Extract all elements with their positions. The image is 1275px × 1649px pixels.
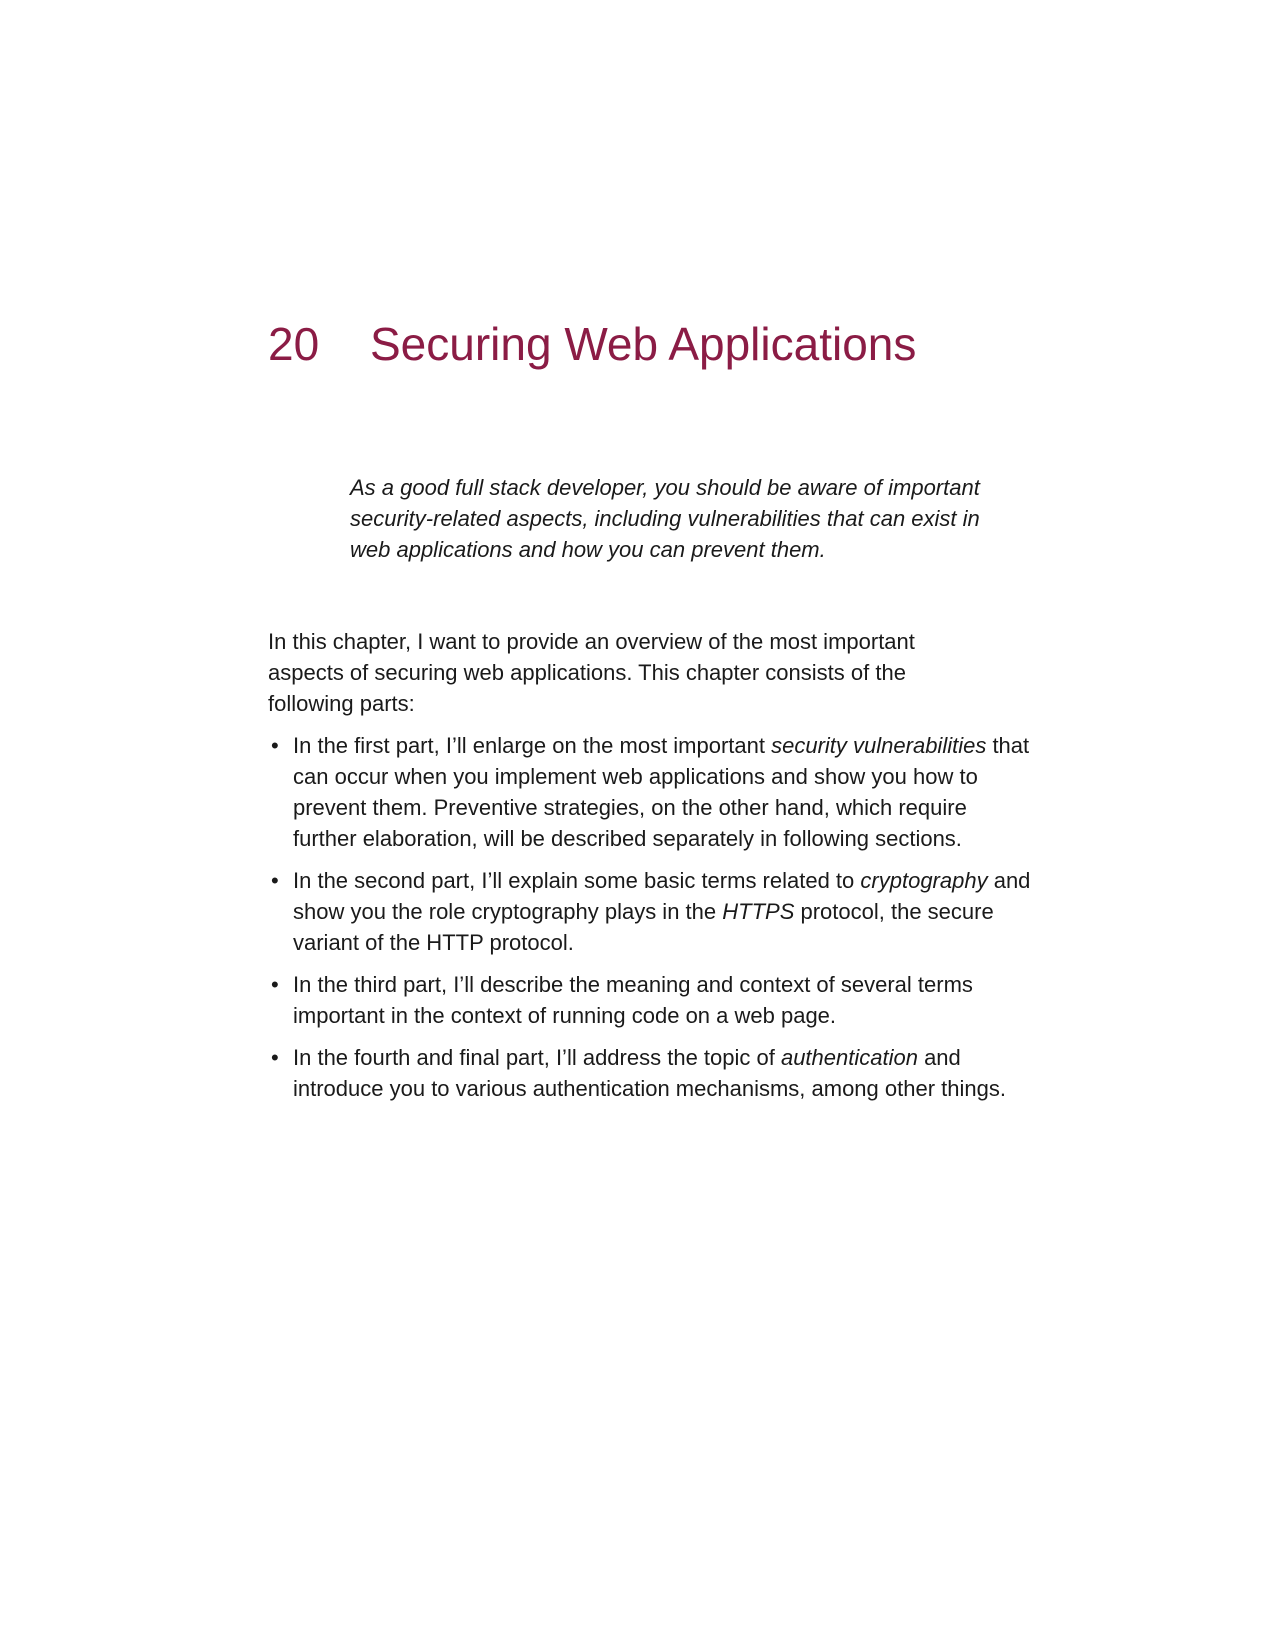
parts-list: • In the first part, I’ll enlarge on the …: [268, 730, 1030, 1104]
list-item-part-4: • In the fourth and final part, I’ll addr…: [268, 1042, 1033, 1104]
book-page: 20 Securing Web Applications As a good fu…: [0, 0, 1275, 1649]
chapter-heading: 20 Securing Web Applications: [268, 318, 916, 371]
list-item-text: In the first part, I’ll enlarge on the m…: [293, 733, 772, 758]
list-item-part-3: • In the third part, I’ll describe the me…: [268, 969, 1033, 1031]
list-item-text: In the third part, I’ll describe the mea…: [293, 972, 973, 1028]
list-item-text: In the second part, I’ll explain some ba…: [293, 868, 861, 893]
emphasis-text: cryptography: [860, 868, 988, 893]
chapter-epigraph: As a good full stack developer, you shou…: [350, 475, 980, 562]
emphasis-text: security vulnerabilities: [771, 733, 987, 758]
list-item-part-1: • In the first part, I’ll enlarge on the …: [268, 730, 1033, 854]
bullet-icon: •: [271, 868, 279, 893]
emphasis-text: HTTPS: [722, 899, 795, 924]
intro-paragraph: In this chapter, I want to provide an ov…: [268, 629, 915, 716]
chapter-title: Securing Web Applications: [370, 318, 917, 370]
bullet-icon: •: [271, 733, 279, 758]
list-item-text: In the fourth and final part, I’ll addre…: [293, 1045, 781, 1070]
bullet-icon: •: [271, 972, 279, 997]
chapter-number: 20: [268, 318, 320, 370]
bullet-icon: •: [271, 1045, 279, 1070]
chapter-body: In this chapter, I want to provide an ov…: [268, 626, 1030, 1115]
emphasis-text: authentication: [780, 1045, 918, 1070]
list-item-part-2: • In the second part, I’ll explain some b…: [268, 865, 1033, 958]
